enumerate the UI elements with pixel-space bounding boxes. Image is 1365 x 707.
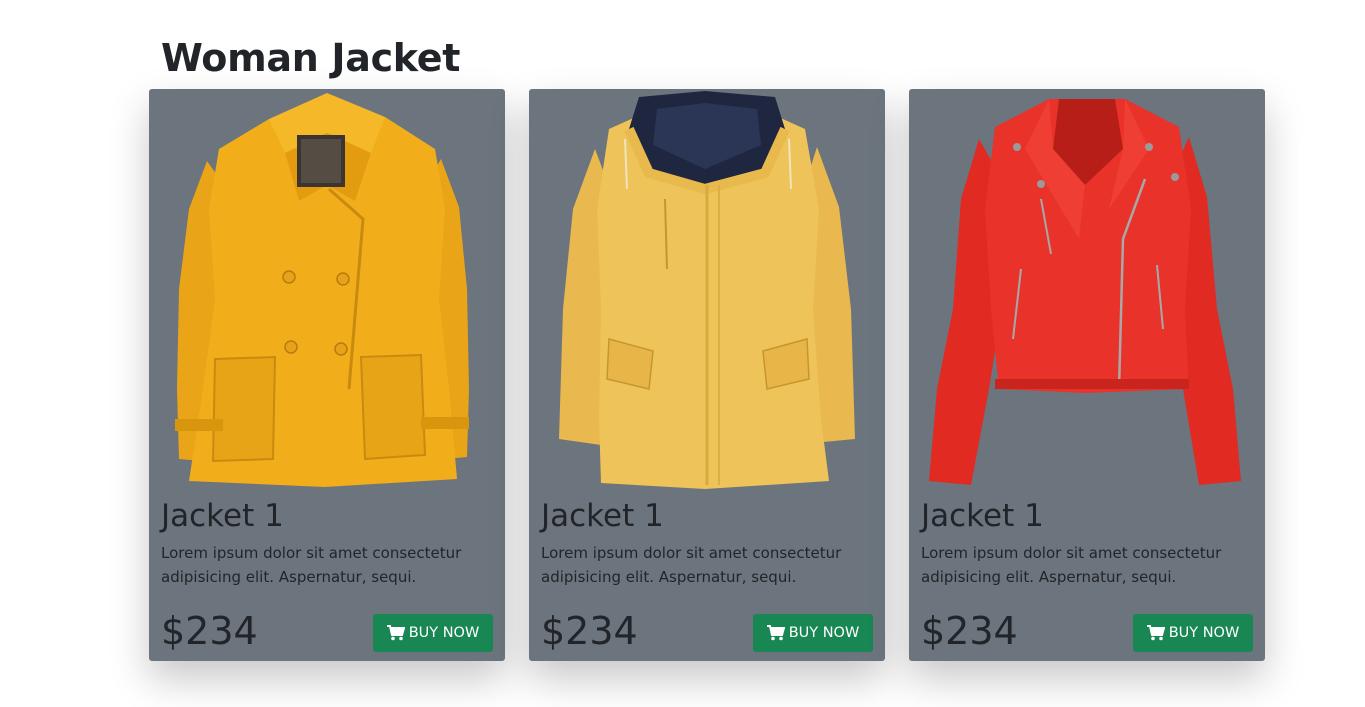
- product-image-red-leather-jacket: [909, 89, 1265, 494]
- page-title: Woman Jacket: [161, 36, 461, 80]
- product-title: Jacket 1: [161, 498, 284, 534]
- product-card: Jacket 1 Lorem ipsum dolor sit amet cons…: [909, 89, 1265, 661]
- cart-icon: [386, 625, 405, 641]
- buy-now-label: BUY NOW: [1168, 625, 1240, 641]
- product-card-list: Jacket 1 Lorem ipsum dolor sit amet cons…: [149, 89, 1265, 661]
- product-description: Lorem ipsum dolor sit amet consectetur a…: [161, 544, 462, 586]
- buy-now-label: BUY NOW: [788, 625, 860, 641]
- product-title: Jacket 1: [541, 498, 664, 534]
- page: Woman Jacket Jacket 1 Lorem ipsum dolor …: [0, 0, 1365, 707]
- product-title: Jacket 1: [921, 498, 1044, 534]
- product-price: $234: [161, 609, 258, 653]
- product-card: Jacket 1 Lorem ipsum dolor sit amet cons…: [529, 89, 885, 661]
- cart-icon: [1146, 625, 1165, 641]
- cart-icon: [766, 625, 785, 641]
- buy-now-button[interactable]: BUY NOW: [1133, 614, 1253, 652]
- buy-now-button[interactable]: BUY NOW: [373, 614, 493, 652]
- product-price: $234: [541, 609, 638, 653]
- product-description: Lorem ipsum dolor sit amet consectetur a…: [541, 544, 842, 586]
- buy-now-button[interactable]: BUY NOW: [753, 614, 873, 652]
- product-description: Lorem ipsum dolor sit amet consectetur a…: [921, 544, 1222, 586]
- product-price: $234: [921, 609, 1018, 653]
- product-card: Jacket 1 Lorem ipsum dolor sit amet cons…: [149, 89, 505, 661]
- product-image-yellow-rain-jacket: [529, 89, 885, 494]
- buy-now-label: BUY NOW: [408, 625, 480, 641]
- product-image-yellow-peacoat: [149, 89, 505, 494]
